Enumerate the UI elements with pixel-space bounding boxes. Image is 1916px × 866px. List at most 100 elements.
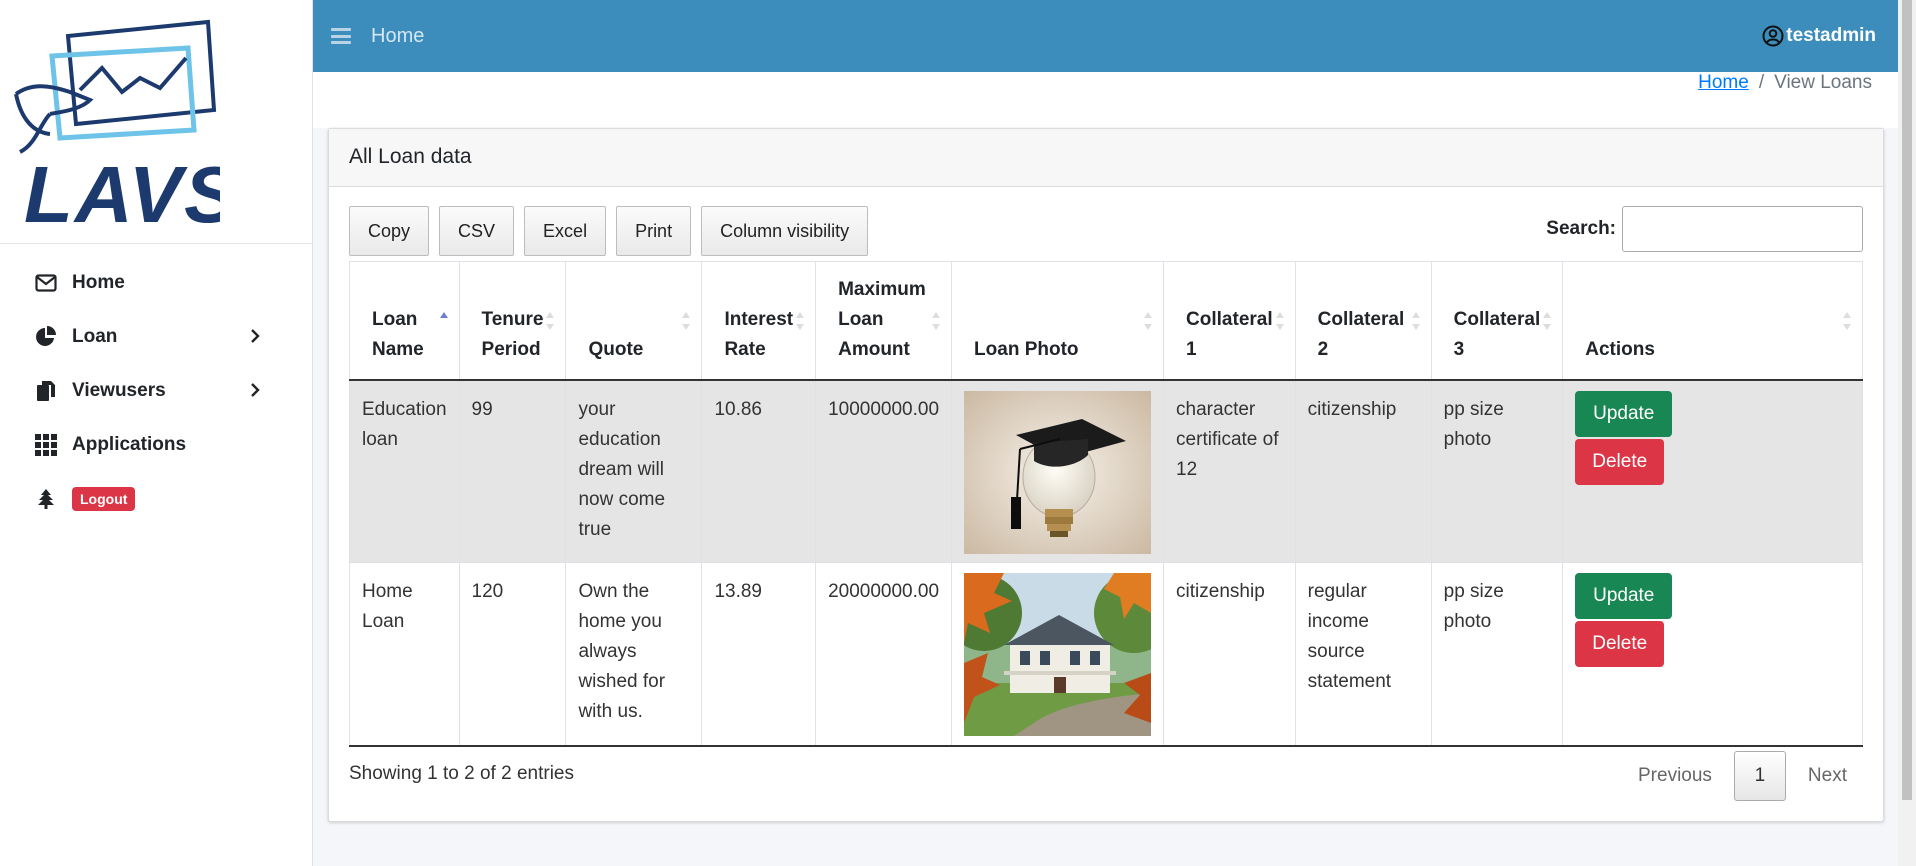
chevron-right-icon	[251, 383, 260, 397]
csv-button[interactable]: CSV	[439, 206, 515, 256]
cell-max-amount: 10000000.00	[815, 379, 953, 563]
loan-table: Loan Name Tenure Period Quote Interest R…	[349, 261, 1863, 747]
pie-chart-icon	[34, 325, 58, 349]
vertical-scrollbar[interactable]	[1898, 0, 1916, 866]
user-circle-icon	[1762, 25, 1784, 47]
sidebar-item-logout[interactable]: Logout	[0, 472, 312, 526]
sidebar-item-label: Loan	[72, 326, 118, 347]
files-icon	[34, 379, 58, 403]
update-button[interactable]: Update	[1575, 390, 1673, 437]
sidebar-item-viewusers[interactable]: Viewusers	[0, 364, 312, 418]
cell-quote: your education dream will now come true	[565, 379, 703, 563]
table-info: Showing 1 to 2 of 2 entries	[349, 763, 574, 784]
table-row: Education loan 99 your education dream w…	[349, 379, 1863, 563]
sort-icon	[1144, 312, 1153, 330]
card-title: All Loan data	[329, 129, 1883, 187]
sort-icon	[932, 312, 941, 330]
sidebar-item-applications[interactable]: Applications	[0, 418, 312, 472]
column-header-loan-photo[interactable]: Loan Photo	[951, 261, 1165, 381]
column-header-collateral-1[interactable]: Collateral 1	[1163, 261, 1296, 381]
house-autumn-photo	[964, 573, 1152, 736]
table-row: Home Loan 120 Own the home you always wi…	[349, 562, 1863, 746]
cell-collateral-3: pp size photo	[1430, 562, 1564, 746]
cell-collateral-3: pp size photo	[1430, 379, 1564, 563]
username: testadmin	[1786, 25, 1876, 46]
cell-collateral-2: citizenship	[1294, 379, 1432, 563]
sidebar-item-label: Viewusers	[72, 380, 166, 401]
sidebar: LAVS Home Loan Viewusers Applications Lo…	[0, 0, 313, 866]
logo-text: LAVS	[24, 150, 220, 229]
cell-photo	[951, 379, 1165, 563]
sort-icon	[796, 312, 805, 330]
update-button[interactable]: Update	[1575, 573, 1673, 619]
column-header-interest-rate[interactable]: Interest Rate	[701, 261, 817, 381]
cell-quote: Own the home you always wished for with …	[565, 562, 703, 746]
sort-icon	[546, 312, 555, 330]
grid-icon	[34, 433, 58, 457]
breadcrumb: Home / View Loans	[1698, 72, 1872, 94]
table-header-row: Loan Name Tenure Period Quote Interest R…	[349, 261, 1863, 381]
sidebar-item-label: Applications	[72, 434, 187, 455]
cell-collateral-1: citizenship	[1163, 562, 1296, 746]
column-header-quote[interactable]: Quote	[565, 261, 703, 381]
cell-interest: 10.86	[701, 379, 817, 563]
column-header-actions[interactable]: Actions	[1562, 261, 1863, 381]
column-header-loan-name[interactable]: Loan Name	[349, 261, 460, 381]
cell-max-amount: 20000000.00	[815, 562, 953, 746]
sidebar-item-loan[interactable]: Loan	[0, 310, 312, 364]
loan-data-card: All Loan data Copy CSV Excel Print Colum…	[328, 128, 1884, 822]
search-box: Search:	[1546, 206, 1863, 252]
column-header-collateral-3[interactable]: Collateral 3	[1430, 261, 1564, 381]
breadcrumb-separator: /	[1758, 72, 1765, 93]
column-header-tenure-period[interactable]: Tenure Period	[458, 261, 567, 381]
graduation-cap-bulb-photo	[964, 390, 1152, 554]
cell-photo	[951, 562, 1165, 746]
tree-icon	[34, 487, 58, 511]
cell-collateral-1: character certificate of 12	[1163, 379, 1296, 563]
logout-button[interactable]: Logout	[72, 487, 136, 511]
user-menu[interactable]: testadmin	[1762, 25, 1876, 47]
hamburger-menu-icon[interactable]	[331, 28, 351, 44]
sort-asc-icon	[439, 312, 448, 318]
cell-interest: 13.89	[701, 562, 817, 746]
envelope-icon	[34, 271, 58, 295]
column-visibility-button[interactable]: Column visibility	[701, 206, 869, 256]
scrollbar-thumb[interactable]	[1902, 0, 1912, 800]
copy-button[interactable]: Copy	[349, 206, 430, 256]
print-button[interactable]: Print	[616, 206, 692, 256]
cell-actions: Update Delete	[1562, 562, 1863, 746]
column-header-collateral-2[interactable]: Collateral 2	[1294, 261, 1432, 381]
topbar-home-link[interactable]: Home	[371, 25, 424, 48]
previous-page-button[interactable]: Previous	[1616, 765, 1734, 787]
sort-icon	[1843, 312, 1851, 330]
lavs-logo[interactable]: LAVS	[0, 0, 312, 244]
export-toolbar: Copy CSV Excel Print Column visibility	[349, 206, 878, 256]
chevron-right-icon	[251, 329, 260, 343]
sort-icon	[1411, 312, 1420, 330]
sidebar-item-home[interactable]: Home	[0, 256, 312, 310]
cell-tenure: 99	[458, 379, 567, 563]
cell-collateral-2: regular income source statement	[1294, 562, 1432, 746]
top-navbar: Home testadmin	[313, 0, 1898, 72]
cell-tenure: 120	[458, 562, 567, 746]
page-1-button[interactable]: 1	[1733, 751, 1786, 801]
breadcrumb-home-link[interactable]: Home	[1698, 72, 1749, 93]
excel-button[interactable]: Excel	[524, 206, 607, 256]
sort-icon	[1543, 312, 1552, 330]
cell-actions: Update Delete	[1562, 379, 1863, 563]
column-header-maximum-loan-amount[interactable]: Maximum Loan Amount	[815, 261, 953, 381]
cell-loan-name: Home Loan	[349, 562, 460, 746]
sidebar-nav: Home Loan Viewusers Applications Logout	[0, 244, 312, 526]
cell-loan-name: Education loan	[349, 379, 460, 563]
logo-icon: LAVS	[14, 19, 220, 229]
search-label: Search:	[1546, 218, 1616, 239]
breadcrumb-current: View Loans	[1774, 72, 1872, 93]
delete-button[interactable]: Delete	[1575, 621, 1665, 667]
next-page-button[interactable]: Next	[1786, 765, 1869, 787]
search-input[interactable]	[1622, 206, 1863, 252]
delete-button[interactable]: Delete	[1575, 438, 1665, 485]
pagination: Previous 1 Next	[1616, 751, 1869, 801]
sort-icon	[1275, 312, 1284, 330]
sidebar-item-label: Home	[72, 272, 125, 293]
sort-icon	[682, 312, 691, 330]
